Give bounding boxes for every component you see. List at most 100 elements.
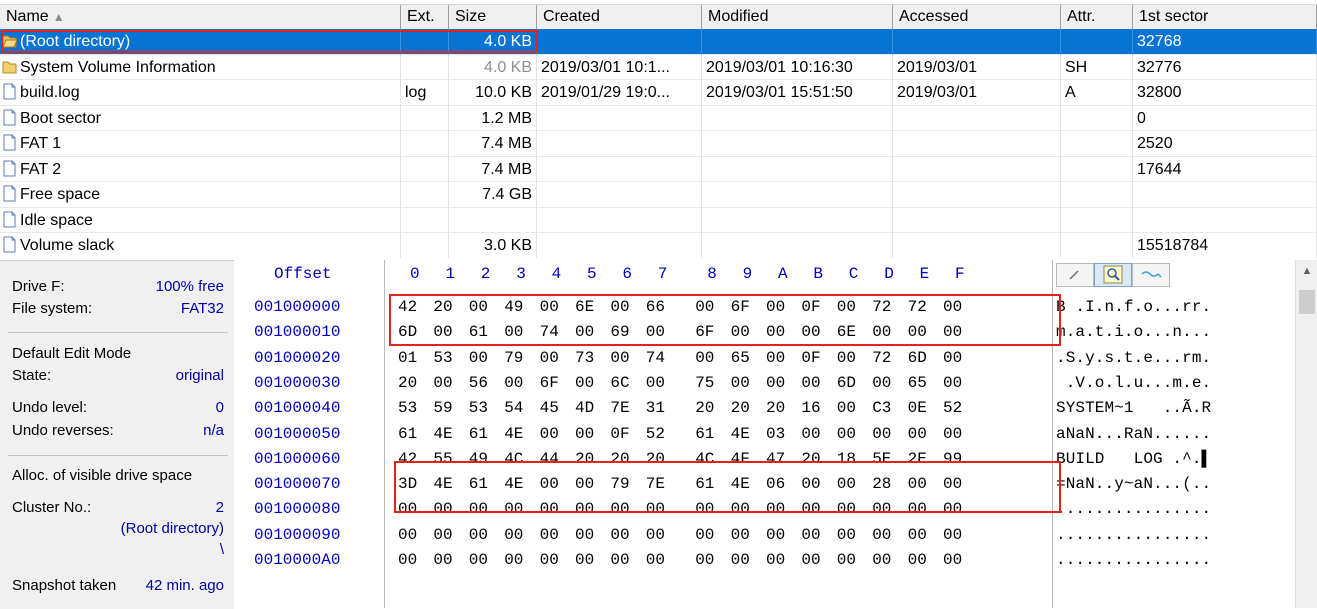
hex-byte[interactable]: 53 [398, 399, 417, 417]
hex-byte[interactable]: 00 [646, 374, 665, 392]
hex-byte[interactable]: 00 [540, 500, 559, 518]
column-header-ext[interactable]: Ext. [401, 5, 449, 29]
hex-byte[interactable]: 00 [766, 323, 785, 341]
hex-byte[interactable]: 00 [766, 349, 785, 367]
hex-byte[interactable]: 00 [540, 349, 559, 367]
hex-byte[interactable]: 3D [398, 475, 417, 493]
hex-byte[interactable]: 00 [540, 526, 559, 544]
pen-tool-button[interactable] [1056, 263, 1094, 287]
hex-byte[interactable]: 16 [801, 399, 820, 417]
hex-row[interactable]: 001000000 42 20 00 49 00 6E 00 66 00 6F 00 0F 00 72 72 0… [234, 298, 1294, 321]
hex-byte[interactable]: 20 [433, 298, 452, 316]
hex-byte[interactable]: 00 [433, 374, 452, 392]
hex-byte[interactable]: 00 [943, 551, 962, 569]
hex-byte[interactable]: 00 [433, 526, 452, 544]
hex-byte[interactable]: 53 [433, 349, 452, 367]
hex-ascii[interactable]: ................ [1056, 551, 1211, 569]
hex-byte[interactable]: 0F [801, 298, 820, 316]
hex-byte[interactable]: 6E [837, 323, 856, 341]
hex-byte[interactable]: 00 [943, 298, 962, 316]
hex-byte[interactable]: 6F [695, 323, 714, 341]
hex-byte[interactable]: 00 [610, 551, 629, 569]
hex-byte[interactable]: 00 [540, 475, 559, 493]
hex-byte[interactable]: 00 [433, 551, 452, 569]
column-header-size[interactable]: Size [449, 5, 537, 29]
hex-byte[interactable]: 20 [801, 450, 820, 468]
hex-byte[interactable]: 00 [610, 298, 629, 316]
hex-byte[interactable]: 00 [731, 500, 750, 518]
column-header-name[interactable]: Name ▲ [0, 5, 401, 29]
hex-byte[interactable]: 72 [872, 298, 891, 316]
file-row[interactable]: System Volume Information 4.0 KB 2019/03/0… [0, 54, 1317, 80]
hex-byte[interactable]: 73 [575, 349, 594, 367]
hex-byte[interactable]: 00 [575, 475, 594, 493]
hex-byte[interactable]: 00 [398, 551, 417, 569]
file-row[interactable]: Idle space [0, 207, 1317, 233]
hex-row[interactable]: 001000080 00 00 00 00 00 00 00 00 00 00 00 00 00 00 00 0… [234, 500, 1294, 523]
file-row[interactable]: Free space 7.4 GB [0, 182, 1317, 208]
hex-byte[interactable]: 4E [433, 425, 452, 443]
hex-byte[interactable]: 00 [837, 526, 856, 544]
hex-byte[interactable]: 00 [801, 475, 820, 493]
hex-byte[interactable]: 00 [801, 500, 820, 518]
hex-byte[interactable]: 00 [837, 475, 856, 493]
hex-byte[interactable]: 7E [610, 399, 629, 417]
hex-byte[interactable]: 00 [695, 551, 714, 569]
hex-byte[interactable]: 00 [695, 298, 714, 316]
hex-byte[interactable]: 00 [610, 500, 629, 518]
hex-byte[interactable]: 49 [469, 450, 488, 468]
hex-byte[interactable]: 65 [731, 349, 750, 367]
hex-byte[interactable]: 4E [504, 425, 523, 443]
hex-byte[interactable]: 00 [943, 349, 962, 367]
hex-byte[interactable]: 00 [469, 298, 488, 316]
hex-byte[interactable]: 00 [872, 551, 891, 569]
hex-ascii[interactable]: B .I.n.f.o...rr. [1056, 298, 1211, 316]
hex-ascii[interactable]: .S.y.s.t.e...rm. [1056, 349, 1211, 367]
hex-byte[interactable]: 4E [731, 425, 750, 443]
hex-byte[interactable]: 00 [695, 500, 714, 518]
file-row[interactable]: Boot sector 1.2 MB 0 [0, 105, 1317, 131]
hex-byte[interactable]: 00 [695, 526, 714, 544]
hex-byte[interactable]: 00 [872, 323, 891, 341]
hex-ascii[interactable]: BUILD LOG .^.▌ [1056, 450, 1211, 468]
hex-byte[interactable]: 0F [801, 349, 820, 367]
hex-byte[interactable]: 00 [908, 551, 927, 569]
hex-byte[interactable]: 00 [398, 526, 417, 544]
hex-byte[interactable]: 00 [398, 500, 417, 518]
hex-byte[interactable]: 00 [801, 323, 820, 341]
hex-byte[interactable]: 6D [837, 374, 856, 392]
hex-byte[interactable]: 20 [695, 399, 714, 417]
file-row[interactable]: Volume slack 3.0 KB 15518784 [0, 233, 1317, 258]
scroll-up-icon[interactable]: ▲ [1296, 260, 1317, 282]
hex-byte[interactable]: 53 [469, 399, 488, 417]
hex-byte[interactable]: 75 [695, 374, 714, 392]
hex-byte[interactable]: 61 [469, 425, 488, 443]
hex-byte[interactable]: 00 [801, 526, 820, 544]
hex-byte[interactable]: 5E [872, 450, 891, 468]
hex-byte[interactable]: 00 [731, 526, 750, 544]
hex-byte[interactable]: 00 [872, 374, 891, 392]
hex-byte[interactable]: 61 [695, 425, 714, 443]
hex-byte[interactable]: 4F [731, 450, 750, 468]
hex-byte[interactable]: 00 [837, 425, 856, 443]
hex-byte[interactable]: 61 [398, 425, 417, 443]
column-header-accessed[interactable]: Accessed [893, 5, 1061, 29]
hex-byte[interactable]: 28 [872, 475, 891, 493]
hex-byte[interactable]: 00 [801, 551, 820, 569]
hex-byte[interactable]: 52 [646, 425, 665, 443]
hex-byte[interactable]: 69 [610, 323, 629, 341]
hex-byte[interactable]: 00 [943, 374, 962, 392]
hex-byte[interactable]: 18 [837, 450, 856, 468]
search-tool-button[interactable] [1094, 263, 1132, 287]
hex-byte[interactable]: 00 [469, 349, 488, 367]
hex-row[interactable]: 0010000A0 00 00 00 00 00 00 00 00 00 00 00 00 00 00 00 0… [234, 551, 1294, 574]
hex-row[interactable]: 001000020 01 53 00 79 00 73 00 74 00 65 00 0F 00 72 6D 0… [234, 349, 1294, 372]
hex-byte[interactable]: 99 [943, 450, 962, 468]
hex-byte[interactable]: 20 [575, 450, 594, 468]
hex-byte[interactable]: 00 [540, 298, 559, 316]
hex-byte[interactable]: 00 [575, 425, 594, 443]
column-header-attr[interactable]: Attr. [1061, 5, 1133, 29]
hex-byte[interactable]: 20 [766, 399, 785, 417]
column-header-first-sector[interactable]: 1st sector [1133, 5, 1317, 29]
hex-byte[interactable]: 00 [943, 425, 962, 443]
